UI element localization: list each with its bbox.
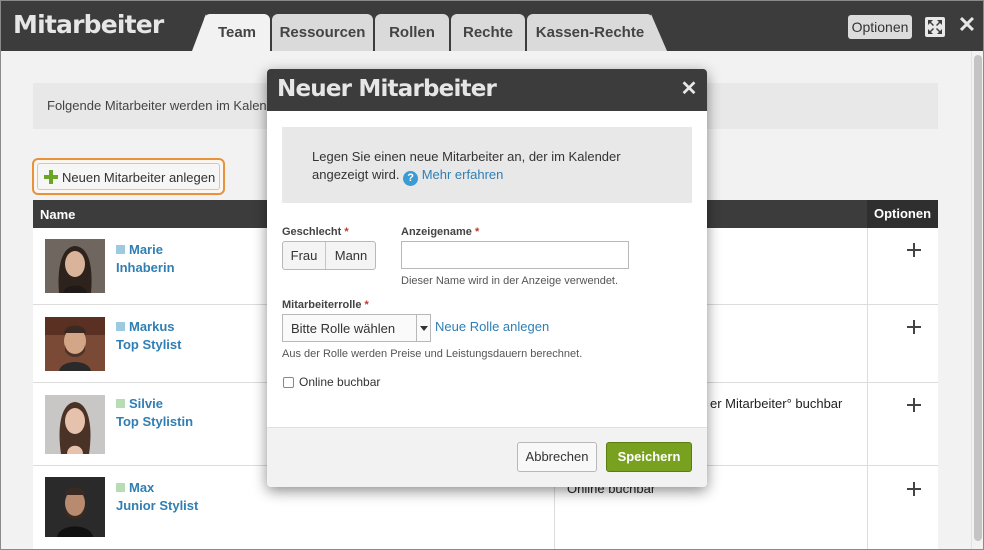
employee-name-link[interactable]: Silvie <box>116 396 163 411</box>
role-hint: Aus der Rolle werden Preise und Leistung… <box>282 348 583 360</box>
gender-mann-button[interactable]: Mann <box>327 242 375 269</box>
options-cell <box>867 305 938 382</box>
new-employee-button[interactable]: Neuen Mitarbeiter anlegen <box>37 163 220 190</box>
app-window: Mitarbeiter Team Ressourcen Rollen Recht… <box>0 0 984 550</box>
move-icon[interactable] <box>907 482 921 496</box>
column-header-options: Optionen <box>867 200 938 228</box>
booking-info: er Mitarbeiter° buchbar <box>710 396 843 411</box>
learn-more-link[interactable]: Mehr erfahren <box>422 167 504 182</box>
options-button[interactable]: Optionen <box>848 15 912 39</box>
dialog-header: Neuer Mitarbeiter ✕ <box>267 69 707 111</box>
new-employee-button-label: Neuen Mitarbeiter anlegen <box>62 170 216 185</box>
options-cell <box>867 228 938 304</box>
employee-name[interactable]: Max <box>129 480 154 495</box>
fullscreen-icon[interactable] <box>925 17 945 37</box>
role-select[interactable]: Bitte Rolle wählen <box>282 314 431 342</box>
gender-frau-button[interactable]: Frau <box>283 242 326 269</box>
move-icon[interactable] <box>907 243 921 257</box>
role-select-value: Bitte Rolle wählen <box>291 321 396 336</box>
options-cell <box>867 383 938 465</box>
new-employee-dialog: Neuer Mitarbeiter ✕ Legen Sie einen neue… <box>267 69 707 487</box>
role-label: Mitarbeiterrolle * <box>282 299 369 311</box>
color-indicator <box>116 322 125 331</box>
employee-name[interactable]: Silvie <box>129 396 163 411</box>
scrollbar-thumb[interactable] <box>974 55 982 541</box>
plus-icon <box>44 170 58 184</box>
new-employee-button-highlight: Neuen Mitarbeiter anlegen <box>32 158 225 195</box>
move-icon[interactable] <box>907 398 921 412</box>
close-icon[interactable]: ✕ <box>956 13 978 37</box>
employee-name-link[interactable]: Markus <box>116 319 175 334</box>
app-title: Mitarbeiter <box>13 10 164 39</box>
tab-rollen[interactable]: Rollen <box>375 14 449 51</box>
employee-name[interactable]: Markus <box>129 319 175 334</box>
gender-toggle: Frau Mann <box>282 241 376 270</box>
online-bookable-label[interactable]: Online buchbar <box>299 375 380 389</box>
chevron-down-icon <box>416 315 430 341</box>
new-role-link[interactable]: Neue Rolle anlegen <box>435 319 549 334</box>
display-name-hint: Dieser Name wird in der Anzeige verwende… <box>401 275 619 287</box>
avatar[interactable] <box>45 395 105 454</box>
employee-role-link[interactable]: Junior Stylist <box>116 498 198 513</box>
options-cell <box>867 466 938 549</box>
app-header: Mitarbeiter Team Ressourcen Rollen Recht… <box>1 1 983 51</box>
dialog-footer: Abbrechen Speichern <box>267 427 707 487</box>
employee-name-link[interactable]: Max <box>116 480 154 495</box>
tab-kassen-rechte[interactable]: Kassen-Rechte <box>527 14 667 51</box>
tab-ressourcen[interactable]: Ressourcen <box>272 14 373 51</box>
avatar[interactable] <box>45 317 105 371</box>
dialog-info-box: Legen Sie einen neue Mitarbeiter an, der… <box>282 127 692 203</box>
help-icon[interactable]: ? <box>403 171 419 186</box>
dialog-title: Neuer Mitarbeiter <box>277 76 497 102</box>
employee-name-link[interactable]: Marie <box>116 242 163 257</box>
employee-role-link[interactable]: Top Stylistin <box>116 414 193 429</box>
gender-label: Geschlecht * <box>282 226 349 238</box>
display-name-label: Anzeigename * <box>401 226 480 238</box>
employee-role-link[interactable]: Top Stylist <box>116 337 181 352</box>
color-indicator <box>116 483 125 492</box>
cancel-button[interactable]: Abbrechen <box>517 442 597 472</box>
avatar[interactable] <box>45 239 105 293</box>
tab-team[interactable]: Team <box>192 14 270 51</box>
color-indicator <box>116 245 125 254</box>
display-name-input[interactable] <box>401 241 629 269</box>
employee-role-link[interactable]: Inhaberin <box>116 260 175 275</box>
move-icon[interactable] <box>907 320 921 334</box>
save-button[interactable]: Speichern <box>606 442 692 472</box>
employee-name[interactable]: Marie <box>129 242 163 257</box>
avatar[interactable] <box>45 477 105 537</box>
column-header-name[interactable]: Name <box>40 207 75 222</box>
tab-rechte[interactable]: Rechte <box>451 14 525 51</box>
close-icon[interactable]: ✕ <box>679 77 699 101</box>
online-bookable-checkbox[interactable] <box>283 377 294 388</box>
color-indicator <box>116 399 125 408</box>
info-text: Folgende Mitarbeiter werden im Kalen <box>47 98 267 113</box>
